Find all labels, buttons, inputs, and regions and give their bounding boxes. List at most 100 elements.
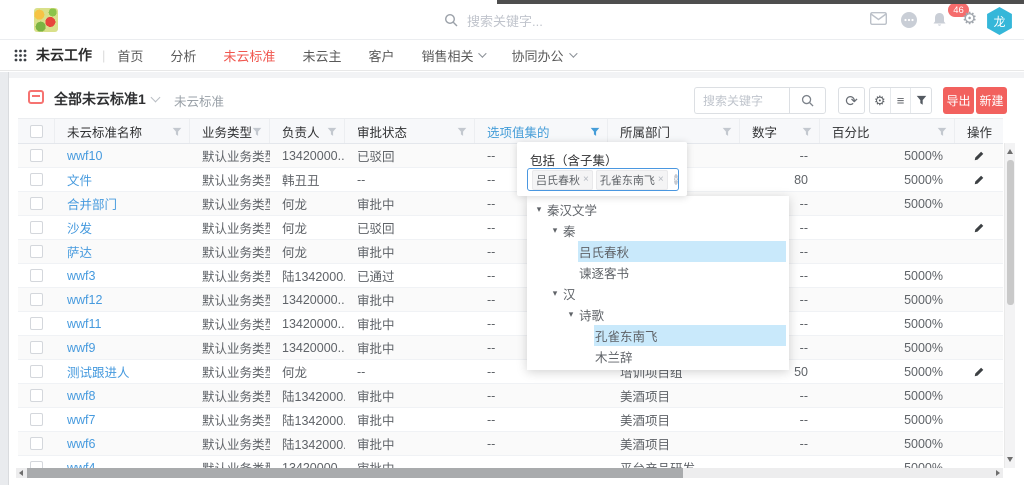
tree-expand-icon[interactable]: ▾ bbox=[564, 309, 578, 320]
list-search-input[interactable]: 搜索关键字 bbox=[694, 87, 789, 114]
horizontal-scrollbar[interactable] bbox=[16, 468, 1003, 478]
export-button[interactable]: 导出 bbox=[943, 87, 974, 114]
tree-item-label[interactable]: 汉 bbox=[562, 283, 786, 304]
filter-funnel-icon[interactable] bbox=[172, 127, 182, 137]
tree-item-谏逐客书[interactable]: 谏逐客书 bbox=[527, 262, 789, 283]
filter-funnel-icon[interactable] bbox=[722, 127, 732, 137]
edit-pencil-icon[interactable] bbox=[973, 366, 985, 378]
row-checkbox[interactable] bbox=[30, 197, 43, 210]
select-all-checkbox[interactable] bbox=[30, 125, 43, 138]
tab-销售相关[interactable]: 销售相关 bbox=[421, 46, 484, 65]
filter-funnel-icon[interactable] bbox=[252, 127, 262, 137]
remove-tag-icon[interactable]: × bbox=[658, 175, 664, 185]
row-checkbox[interactable] bbox=[30, 269, 43, 282]
app-grid-icon[interactable] bbox=[14, 49, 27, 62]
tab-分析[interactable]: 分析 bbox=[170, 46, 196, 65]
tree-item-label[interactable]: 木兰辞 bbox=[594, 346, 786, 367]
scroll-right-icon[interactable] bbox=[996, 470, 1000, 476]
chat-icon[interactable] bbox=[900, 11, 918, 29]
tree-item-诗歌[interactable]: ▾诗歌 bbox=[527, 304, 789, 325]
tree-item-label[interactable]: 孔雀东南飞 bbox=[594, 325, 786, 346]
tab-未云标准[interactable]: 未云标准 bbox=[223, 46, 275, 65]
row-checkbox[interactable] bbox=[30, 365, 43, 378]
tree-item-吕氏春秋[interactable]: 吕氏春秋 bbox=[527, 241, 789, 262]
row-checkbox[interactable] bbox=[30, 413, 43, 426]
view-title[interactable]: 全部未云标准1 bbox=[54, 89, 146, 109]
company-logo[interactable] bbox=[34, 8, 58, 32]
bell-icon[interactable] bbox=[932, 12, 947, 28]
cell-name[interactable]: wwf4 bbox=[55, 456, 190, 468]
cell-name[interactable]: 萨达 bbox=[55, 240, 190, 263]
edit-pencil-icon[interactable] bbox=[973, 222, 985, 234]
row-checkbox[interactable] bbox=[30, 149, 43, 162]
row-checkbox[interactable] bbox=[30, 437, 43, 450]
filter-tag-input[interactable]: 吕氏春秋×孔雀东南飞×× bbox=[527, 168, 679, 191]
tree-item-label[interactable]: 吕氏春秋 bbox=[578, 241, 786, 262]
row-checkbox[interactable] bbox=[30, 293, 43, 306]
view-title-chevron-icon[interactable] bbox=[151, 93, 161, 103]
row-checkbox[interactable] bbox=[30, 341, 43, 354]
cell-name[interactable]: wwf12 bbox=[55, 288, 190, 311]
row-checkbox[interactable] bbox=[30, 173, 43, 186]
cell-name[interactable]: 文件 bbox=[55, 168, 190, 191]
tree-item-木兰辞[interactable]: 木兰辞 bbox=[527, 346, 789, 367]
row-checkbox[interactable] bbox=[30, 245, 43, 258]
scroll-left-icon[interactable] bbox=[19, 470, 23, 476]
cell-name[interactable]: wwf9 bbox=[55, 336, 190, 359]
cell-name[interactable]: wwf6 bbox=[55, 432, 190, 455]
horizontal-scroll-thumb[interactable] bbox=[27, 468, 683, 478]
tab-协同办公[interactable]: 协同办公 bbox=[511, 46, 574, 65]
vertical-scroll-thumb[interactable] bbox=[1007, 160, 1014, 305]
tree-item-label[interactable]: 诗歌 bbox=[578, 304, 786, 325]
mail-icon[interactable] bbox=[870, 12, 887, 25]
filter-funnel-icon[interactable] bbox=[590, 127, 600, 137]
filter-funnel-icon[interactable] bbox=[457, 127, 467, 137]
tab-首页[interactable]: 首页 bbox=[117, 46, 143, 65]
cell-name[interactable]: 沙发 bbox=[55, 216, 190, 239]
edit-pencil-icon[interactable] bbox=[973, 150, 985, 162]
filter-funnel-icon[interactable] bbox=[327, 127, 337, 137]
tree-item-孔雀东南飞[interactable]: 孔雀东南飞 bbox=[527, 325, 789, 346]
clear-input-icon[interactable]: × bbox=[674, 174, 679, 185]
global-search[interactable]: 搜索关键字... bbox=[444, 0, 543, 40]
cell-name[interactable]: wwf7 bbox=[55, 408, 190, 431]
cell-name[interactable]: wwf3 bbox=[55, 264, 190, 287]
filter-funnel-icon[interactable] bbox=[802, 127, 812, 137]
scroll-down-icon[interactable] bbox=[1007, 457, 1013, 462]
column-config-button[interactable]: ≡ bbox=[891, 88, 912, 113]
avatar[interactable]: 龙 bbox=[986, 7, 1013, 35]
tree-item-秦汉文学[interactable]: ▾秦汉文学 bbox=[527, 199, 789, 220]
cell-name[interactable]: wwf11 bbox=[55, 312, 190, 335]
tab-客户[interactable]: 客户 bbox=[368, 46, 394, 65]
gear-icon[interactable]: ⚙ bbox=[962, 10, 977, 27]
tree-expand-icon[interactable]: ▾ bbox=[548, 288, 562, 299]
row-checkbox[interactable] bbox=[30, 389, 43, 402]
tree-item-label[interactable]: 秦汉文学 bbox=[546, 199, 786, 220]
filter-button[interactable] bbox=[911, 88, 931, 113]
tree-item-秦[interactable]: ▾秦 bbox=[527, 220, 789, 241]
tree-item-汉[interactable]: ▾汉 bbox=[527, 283, 789, 304]
row-checkbox[interactable] bbox=[30, 317, 43, 330]
scroll-up-icon[interactable] bbox=[1007, 149, 1013, 154]
cell-name[interactable]: wwf8 bbox=[55, 384, 190, 407]
remove-tag-icon[interactable]: × bbox=[583, 175, 589, 185]
tab-未云主[interactable]: 未云主 bbox=[302, 46, 341, 65]
view-type-icon[interactable] bbox=[28, 90, 44, 104]
filter-funnel-icon[interactable] bbox=[937, 127, 947, 137]
tree-expand-icon[interactable]: ▾ bbox=[532, 204, 546, 215]
cell-name[interactable]: 合并部门 bbox=[55, 192, 190, 215]
cell-status: 审批中 bbox=[345, 384, 475, 407]
cell-name[interactable]: wwf10 bbox=[55, 144, 190, 167]
settings-button[interactable]: ⚙ bbox=[870, 88, 891, 113]
tree-expand-icon[interactable]: ▾ bbox=[548, 225, 562, 236]
tree-item-label[interactable]: 谏逐客书 bbox=[578, 262, 786, 283]
tree-item-label[interactable]: 秦 bbox=[562, 220, 786, 241]
edit-pencil-icon[interactable] bbox=[973, 174, 985, 186]
row-checkbox[interactable] bbox=[30, 461, 43, 468]
refresh-button[interactable]: ⟳ bbox=[838, 87, 865, 114]
vertical-scrollbar[interactable] bbox=[1004, 143, 1015, 468]
row-checkbox[interactable] bbox=[30, 221, 43, 234]
list-search-button[interactable] bbox=[789, 87, 826, 114]
cell-name[interactable]: 测试跟进人 bbox=[55, 360, 190, 383]
create-button[interactable]: 新建 bbox=[976, 87, 1007, 114]
